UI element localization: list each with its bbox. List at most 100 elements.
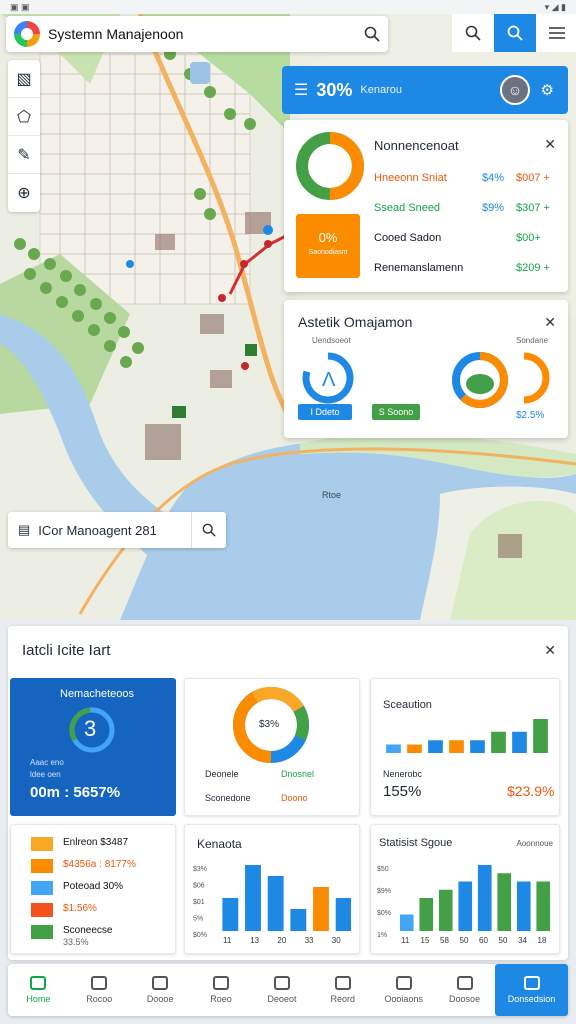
x-tick-label: 58 (440, 936, 449, 945)
shape-tool[interactable]: ⬠ (8, 98, 40, 136)
overview-card: 0% Saonodiasnt Nonnencenoat ✕ Hneeonn Sn… (284, 120, 568, 292)
draw-icon: ✎ (17, 146, 31, 164)
nav-label: Roeo (210, 994, 232, 1004)
overview-box-value: 0% (318, 230, 338, 245)
bar (245, 865, 261, 931)
tile-bars-small[interactable]: Sceaution Nenerobc 155% $23.9% (370, 678, 560, 816)
list-icon: ☰ (294, 82, 309, 99)
y-tick-label: 5% (193, 916, 203, 923)
user-icon: ☺ (507, 82, 523, 98)
legend-label: Enlreon $3487 (63, 837, 129, 848)
tile-summary-line-2: ldee oen (30, 770, 61, 779)
y-tick-label: $9% (377, 888, 391, 895)
legend-swatch (31, 837, 53, 851)
menu-icon (549, 27, 565, 39)
legend-label: $4356a : 8177% (63, 859, 136, 870)
layers-tool[interactable]: ▧ (8, 60, 40, 98)
map-search[interactable]: ▤ ICor Manoagent 281 (8, 512, 226, 548)
analytics-button-1[interactable]: I Ddeto (298, 404, 352, 420)
analytics-ring-left: Λ (302, 352, 354, 404)
map-search-label: ICor Manoagent 281 (38, 522, 157, 538)
legend-swatch (31, 903, 53, 917)
nav-item-oooiaons[interactable]: Oooiaons (373, 964, 434, 1016)
y-tick-label: $06 (193, 883, 205, 890)
search-button[interactable] (452, 14, 494, 52)
close-icon[interactable]: ✕ (544, 642, 556, 659)
tile-donut[interactable]: $3% Deonele Dnosnel Sconedone Doono (184, 678, 360, 816)
x-tick-label: 50 (460, 936, 469, 945)
tile-chart-stats-title: Statisist Sgoue (379, 837, 453, 849)
nav-item-home[interactable]: Home (8, 964, 69, 1016)
tile-bars-small-label: Nenerobc (383, 769, 423, 779)
bottom-nav: Home Rocoo Doooe Roeo Deoeot Reord Oooiaons Doo… (8, 964, 569, 1016)
nav-label: Home (26, 994, 51, 1004)
map-tools: ▧ ⬠ ✎ ⊕ (8, 60, 40, 212)
location-tool[interactable]: ⊕ (8, 174, 40, 212)
search-icon[interactable] (364, 26, 380, 42)
search-active-button[interactable] (494, 14, 536, 52)
analytics-button-2[interactable]: S Soono (372, 404, 420, 420)
analytics-card: Astetik Omajamon ✕ Uendsoeot Sondane Λ I… (284, 300, 568, 438)
nav-item-donsedsion[interactable]: Donsedsion (495, 964, 569, 1016)
analytics-title: Astetik Omajamon (298, 314, 413, 330)
dashboard-panel: Iatcli Icite Iart ✕ Nemacheteoos 3 Aaac … (8, 626, 568, 960)
legend-swatch (31, 881, 53, 895)
x-tick-label: 20 (277, 936, 286, 945)
tile-chart-stats[interactable]: Statisist Sgoue Aoonnoue $50 $9% $0% 1% 11 15… (370, 824, 560, 954)
bar (516, 881, 531, 931)
close-icon[interactable]: ✕ (544, 136, 556, 153)
nav-icon (91, 976, 108, 990)
nav-label: Doosoe (449, 994, 481, 1004)
nav-item-rocoo[interactable]: Rocoo (69, 964, 130, 1016)
tile-summary[interactable]: Nemacheteoos 3 Aaac eno ldee oen 00m : 5… (10, 678, 176, 816)
nav-item-doooe[interactable]: Doooe (130, 964, 191, 1016)
overview-row-a: $4% (482, 172, 505, 184)
shape-icon: ⬠ (17, 108, 31, 126)
legend-label: Poteoad 30% (63, 881, 124, 892)
app-search-bar[interactable]: Systemn Manajenoon (6, 16, 388, 52)
x-tick-label: 50 (499, 936, 508, 945)
bar (536, 881, 551, 931)
avatar[interactable]: ☺ (500, 75, 530, 105)
nav-item-roeo[interactable]: Roeo (191, 964, 252, 1016)
x-tick-label: 13 (250, 936, 259, 945)
legend-swatch (31, 925, 53, 939)
bar (477, 865, 492, 931)
overview-donut (296, 132, 364, 200)
nav-icon (273, 976, 290, 990)
tile-chart-stats-chart: $50 $9% $0% 1% 11 15 58 50 60 50 34 18 (377, 865, 551, 945)
bar (497, 873, 512, 931)
bar (399, 914, 414, 931)
tile-summary-title: Nemacheteoos (60, 688, 134, 700)
status-bar: ▣ ▣ ▾ ◢ ▮ (0, 0, 576, 14)
nav-icon (523, 976, 540, 990)
bar (449, 740, 464, 753)
search-icon (465, 25, 481, 41)
nav-item-deoeot[interactable]: Deoeot (252, 964, 313, 1016)
bar (419, 898, 434, 931)
draw-tool[interactable]: ✎ (8, 136, 40, 174)
summary-header[interactable]: ☰ 30% Kenarou ☺ ⚙ (282, 66, 568, 114)
bar (533, 719, 548, 753)
x-tick-label: 11 (401, 936, 410, 945)
search-icon[interactable] (202, 523, 216, 537)
nav-item-reord[interactable]: Reord (312, 964, 373, 1016)
analytics-label-2: Sondane (516, 336, 549, 345)
tile-summary-line-1: Aaac eno (30, 758, 64, 767)
tile-chart-kenaota[interactable]: Kenaota $3% $06 $01 5% $0% 11 13 20 33 30 (184, 824, 360, 954)
nav-icon (334, 976, 351, 990)
settings-icon[interactable]: ⚙ (541, 81, 554, 99)
search-icon (507, 25, 523, 41)
x-tick-label: 11 (223, 936, 232, 945)
legend-label: Sconeecse (63, 925, 113, 936)
app-logo (14, 21, 40, 47)
close-icon[interactable]: ✕ (544, 314, 556, 331)
tile-bars-small-value-2: $23.9% (507, 783, 555, 799)
menu-button[interactable] (536, 14, 576, 52)
analytics-label-1: Uendsoeot (312, 336, 351, 345)
nav-item-doosoe[interactable]: Doosoe (434, 964, 495, 1016)
legend-sub: 33.5% (63, 937, 89, 947)
panel-title: Iatcli Icite Iart (22, 642, 111, 659)
analytics-ring-right (523, 352, 550, 404)
tile-legend[interactable]: Enlreon $3487 $4356a : 8177% Poteoad 30% $1… (10, 824, 176, 954)
